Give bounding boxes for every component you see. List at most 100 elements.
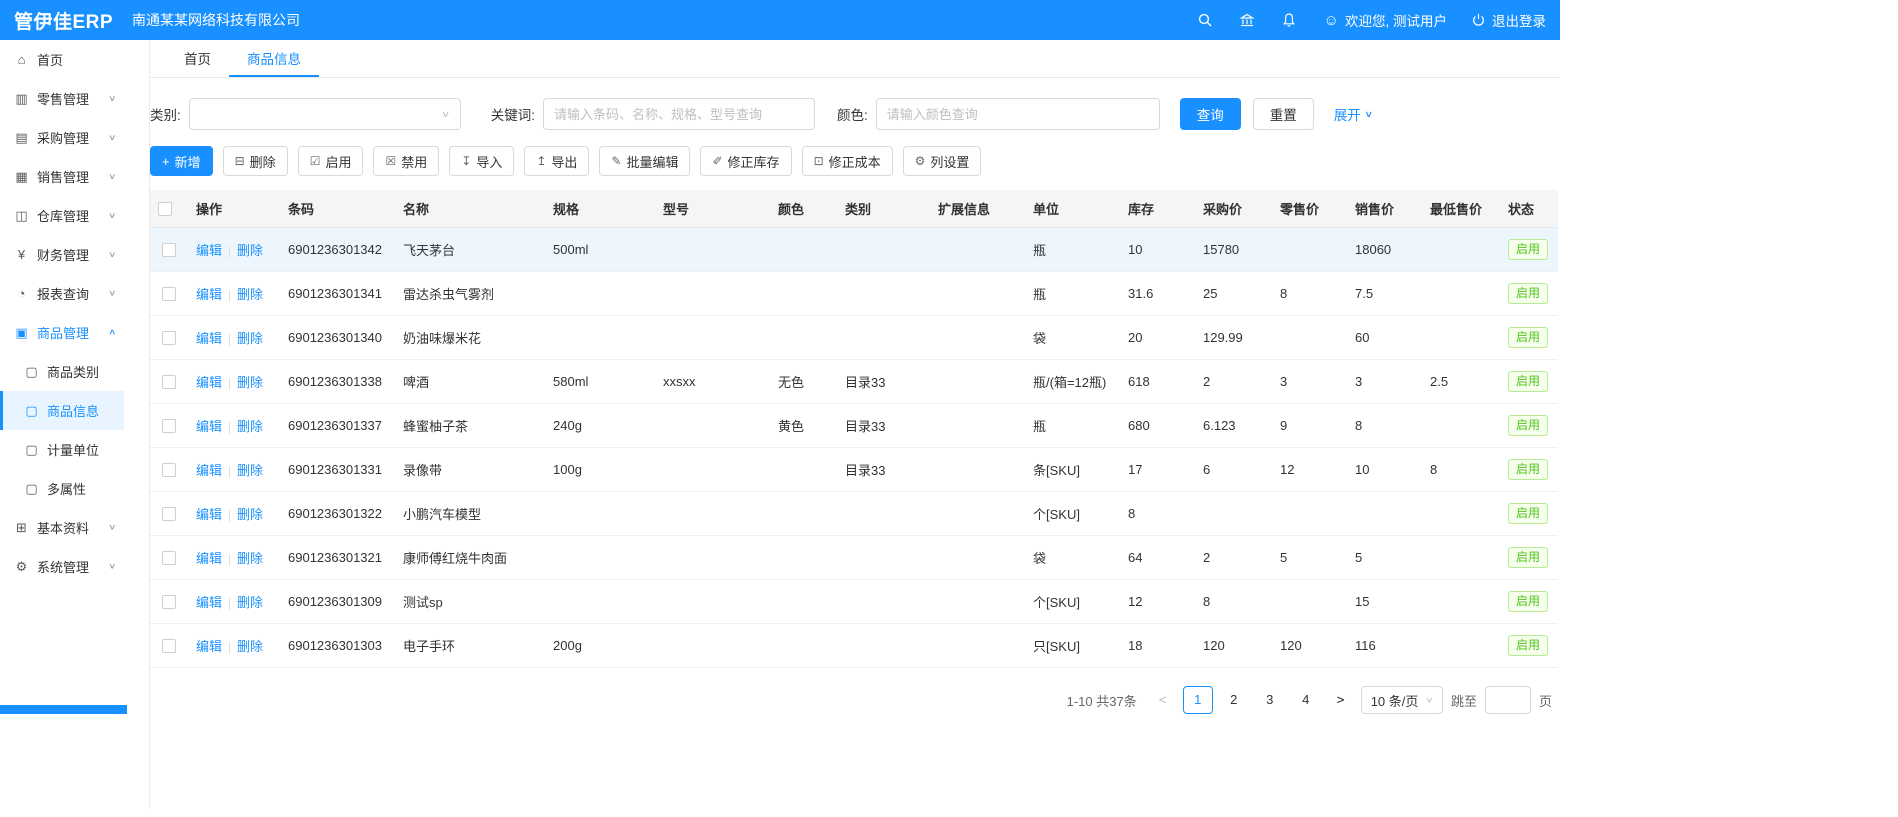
sidebar-item-sales[interactable]: ▦ 销售管理 ∨	[0, 157, 124, 196]
trash-icon: ⊟	[235, 155, 245, 167]
enable-button[interactable]: ☑ 启用	[298, 146, 364, 176]
page-size-select[interactable]: 10 条/页 ∨	[1361, 686, 1443, 714]
cell-min-price	[1422, 272, 1500, 316]
cell-spec	[545, 272, 655, 316]
row-checkbox[interactable]	[162, 463, 176, 477]
delete-link[interactable]: 删除	[237, 331, 263, 346]
report-icon: ◔	[13, 286, 30, 301]
row-checkbox[interactable]	[162, 639, 176, 653]
platform-icon[interactable]	[1238, 11, 1256, 29]
disable-button[interactable]: ☒ 禁用	[373, 146, 439, 176]
cell-unit: 袋	[1025, 316, 1120, 360]
expand-link[interactable]: 展开 ∨	[1334, 104, 1372, 124]
delete-link[interactable]: 删除	[237, 287, 263, 302]
column-settings-button[interactable]: ⚙ 列设置	[903, 146, 982, 176]
logout-button[interactable]: 退出登录	[1471, 10, 1546, 30]
color-input[interactable]	[876, 98, 1160, 130]
row-checkbox[interactable]	[162, 595, 176, 609]
row-checkbox[interactable]	[162, 331, 176, 345]
search-button[interactable]: 查询	[1180, 98, 1241, 130]
purchase-icon: ▤	[13, 130, 30, 146]
cell-min-price	[1422, 624, 1500, 668]
batch-edit-button[interactable]: ✎ 批量编辑	[599, 146, 690, 176]
cell-status: 启用	[1500, 404, 1558, 448]
jump-suffix: 页	[1539, 691, 1552, 710]
select-all-checkbox[interactable]	[158, 202, 172, 216]
jump-page-input[interactable]	[1485, 686, 1531, 714]
welcome-user[interactable]: ☺ 欢迎您, 测试用户	[1324, 10, 1447, 30]
add-button[interactable]: + 新增	[150, 146, 213, 176]
edit-link[interactable]: 编辑	[196, 287, 222, 302]
cell-sale-price: 7.5	[1347, 272, 1422, 316]
sidebar-item-measure-unit[interactable]: ▢ 计量单位	[0, 430, 124, 469]
row-checkbox[interactable]	[162, 419, 176, 433]
cell-spec	[545, 492, 655, 536]
sidebar-item-finance[interactable]: ¥ 财务管理 ∨	[0, 235, 124, 274]
sidebar-item-goods[interactable]: ▣ 商品管理 ∧	[0, 313, 124, 352]
edit-link[interactable]: 编辑	[196, 507, 222, 522]
fix-cost-button[interactable]: ⊡ 修正成本	[802, 146, 893, 176]
delete-link[interactable]: 删除	[237, 639, 263, 654]
expand-label: 展开	[1334, 104, 1361, 124]
search-icon[interactable]	[1196, 11, 1214, 29]
sidebar-item-goods-category[interactable]: ▢ 商品类别	[0, 352, 124, 391]
delete-link[interactable]: 删除	[237, 375, 263, 390]
import-button[interactable]: ↧ 导入	[449, 146, 514, 176]
page-button[interactable]: 4	[1291, 686, 1321, 714]
sidebar-item-basic-data[interactable]: ⊞ 基本资料 ∨	[0, 508, 124, 547]
sidebar-item-home[interactable]: ⌂ 首页	[0, 40, 124, 79]
delete-link[interactable]: 删除	[237, 243, 263, 258]
next-page-button[interactable]: >	[1329, 693, 1353, 708]
sidebar-item-report[interactable]: ◔ 报表查询 ∨	[0, 274, 124, 313]
edit-link[interactable]: 编辑	[196, 375, 222, 390]
tab-home[interactable]: 首页	[166, 40, 229, 77]
app-logo[interactable]: 管伊佳ERP	[14, 7, 132, 34]
row-checkbox[interactable]	[162, 287, 176, 301]
sidebar-item-multi-attribute[interactable]: ▢ 多属性	[0, 469, 124, 508]
delete-button[interactable]: ⊟ 删除	[223, 146, 288, 176]
delete-link[interactable]: 删除	[237, 595, 263, 610]
table-header: 操作 条码 名称 规格 型号 颜色 类别	[150, 190, 1558, 228]
row-checkbox[interactable]	[162, 507, 176, 521]
divider	[229, 642, 230, 654]
edit-link[interactable]: 编辑	[196, 419, 222, 434]
column-header: 扩展信息	[930, 190, 1025, 228]
sidebar-item-goods-info[interactable]: ▢ 商品信息	[0, 391, 124, 430]
edit-link[interactable]: 编辑	[196, 331, 222, 346]
page-button[interactable]: 1	[1183, 686, 1213, 714]
delete-link[interactable]: 删除	[237, 507, 263, 522]
app-root: 管伊佳ERP 南通某某网络科技有限公司 ☺ 欢迎您, 测试用户 退出登录	[0, 0, 1560, 714]
bell-icon[interactable]	[1280, 11, 1298, 29]
sidebar-collapse-bar[interactable]	[0, 705, 127, 714]
row-checkbox[interactable]	[162, 375, 176, 389]
fix-stock-button[interactable]: ✐ 修正库存	[700, 146, 791, 176]
category-select[interactable]: ∨	[189, 98, 461, 130]
page-button[interactable]: 3	[1255, 686, 1285, 714]
delete-link[interactable]: 删除	[237, 551, 263, 566]
tab-goods-info[interactable]: 商品信息	[229, 40, 319, 77]
cell-sale-price: 18060	[1347, 228, 1422, 272]
delete-link[interactable]: 删除	[237, 419, 263, 434]
reset-button[interactable]: 重置	[1253, 98, 1314, 130]
delete-link[interactable]: 删除	[237, 463, 263, 478]
row-checkbox[interactable]	[162, 551, 176, 565]
menu-item-label: 仓库管理	[37, 206, 89, 225]
row-checkbox[interactable]	[162, 243, 176, 257]
prev-page-button[interactable]: <	[1151, 693, 1175, 708]
edit-link[interactable]: 编辑	[196, 595, 222, 610]
button-label: 列设置	[930, 152, 969, 171]
cell-barcode: 6901236301337	[280, 404, 395, 448]
sidebar-item-system[interactable]: ⚙ 系统管理 ∨	[0, 547, 124, 586]
edit-link[interactable]: 编辑	[196, 463, 222, 478]
edit-link[interactable]: 编辑	[196, 551, 222, 566]
sidebar-item-purchase[interactable]: ▤ 采购管理 ∨	[0, 118, 124, 157]
cell-color	[770, 272, 837, 316]
export-button[interactable]: ↥ 导出	[524, 146, 589, 176]
keyword-input[interactable]	[543, 98, 815, 130]
sidebar-item-warehouse[interactable]: ◫ 仓库管理 ∨	[0, 196, 124, 235]
edit-link[interactable]: 编辑	[196, 243, 222, 258]
cell-purchase-price: 15780	[1195, 228, 1272, 272]
page-button[interactable]: 2	[1219, 686, 1249, 714]
sidebar-item-retail[interactable]: ▥ 零售管理 ∨	[0, 79, 124, 118]
edit-link[interactable]: 编辑	[196, 639, 222, 654]
